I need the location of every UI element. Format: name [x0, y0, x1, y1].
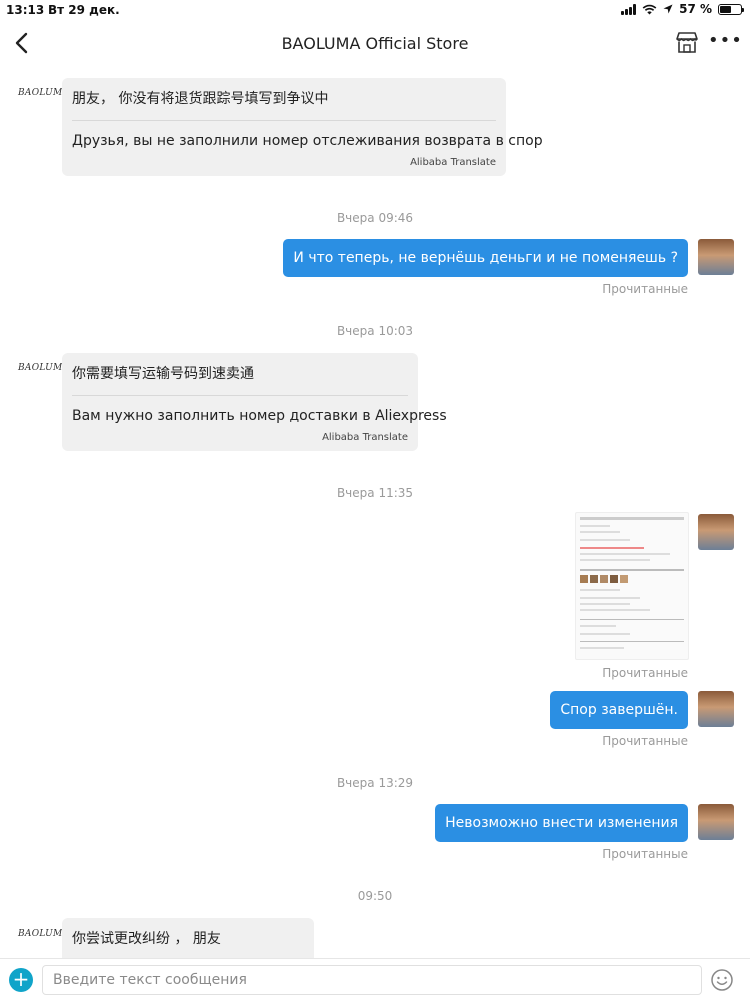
battery-fill — [720, 5, 732, 13]
screenshot-thumbnail — [580, 517, 684, 649]
user-avatar[interactable] — [698, 691, 734, 727]
outgoing-message: И что теперь, не вернёшь деньги и не пом… — [283, 239, 688, 277]
incoming-message: 朋友， 你没有将退货跟踪号填写到争议中 Друзья, вы не заполн… — [62, 78, 543, 176]
message-timestamp: Вчера 11:35 — [336, 486, 414, 500]
store-button[interactable] — [674, 30, 700, 56]
chat-messages[interactable]: BAOLUMA 朋友， 你没有将退货跟踪号填写到争议中 Друзья, вы н… — [0, 66, 750, 958]
more-dots-icon: ••• — [708, 30, 743, 51]
status-time: 13:13 — [6, 3, 45, 17]
outgoing-message: Невозможно внести изменения — [435, 804, 688, 842]
read-status: Прочитанные — [602, 734, 688, 748]
image-message[interactable] — [575, 512, 689, 660]
plus-icon: + — [12, 967, 30, 991]
chat-header: BAOLUMA Official Store ••• — [0, 22, 750, 66]
status-indicators: 57 % — [621, 2, 744, 16]
incoming-message: 你需要填写运输号码到速卖通 Вам нужно заполнить номер … — [62, 353, 447, 451]
read-status: Прочитанные — [602, 666, 688, 680]
read-status: Прочитанные — [602, 282, 688, 296]
message-timestamp: Вчера 13:29 — [336, 776, 414, 790]
battery-percent: 57 % — [679, 2, 712, 16]
location-arrow-icon — [663, 4, 673, 14]
page-title: BAOLUMA Official Store — [281, 34, 469, 53]
add-attachment-button[interactable]: + — [9, 968, 33, 992]
user-avatar[interactable] — [698, 804, 734, 840]
emoji-button[interactable] — [710, 968, 734, 992]
message-input[interactable] — [42, 965, 702, 995]
emoji-icon — [711, 969, 733, 991]
incoming-message: 你尝试更改纠纷 ， 朋友 — [62, 918, 314, 958]
store-icon — [676, 32, 698, 53]
message-timestamp: Вчера 09:46 — [336, 211, 414, 225]
user-avatar[interactable] — [698, 239, 734, 275]
message-timestamp: Вчера 10:03 — [336, 324, 414, 338]
message-translation: Вам нужно заполнить номер доставки в Ali… — [72, 408, 447, 424]
message-composer: + — [0, 958, 750, 1000]
message-translation: Друзья, вы не заполнили номер отслеживан… — [72, 133, 543, 149]
message-original-text: 你尝试更改纠纷 ， 朋友 — [72, 928, 304, 958]
status-bar: 13:13 Вт 29 дек. 57 % — [0, 0, 750, 20]
status-date: Вт 29 дек. — [48, 3, 120, 17]
message-original-text: 朋友， 你没有将退货跟踪号填写到争议中 — [72, 88, 496, 121]
message-timestamp: 09:50 — [357, 889, 393, 903]
read-status: Прочитанные — [602, 847, 688, 861]
message-original-text: 你需要填写运输号码到速卖通 — [72, 363, 408, 396]
outgoing-message: Спор завершён. — [550, 691, 688, 729]
wifi-icon — [642, 4, 657, 14]
translation-credit: Alibaba Translate — [410, 157, 496, 168]
more-button[interactable]: ••• — [708, 32, 743, 50]
signal-icon — [621, 3, 637, 15]
translation-credit: Alibaba Translate — [322, 432, 408, 443]
user-avatar[interactable] — [698, 514, 734, 550]
battery-icon — [718, 3, 744, 15]
